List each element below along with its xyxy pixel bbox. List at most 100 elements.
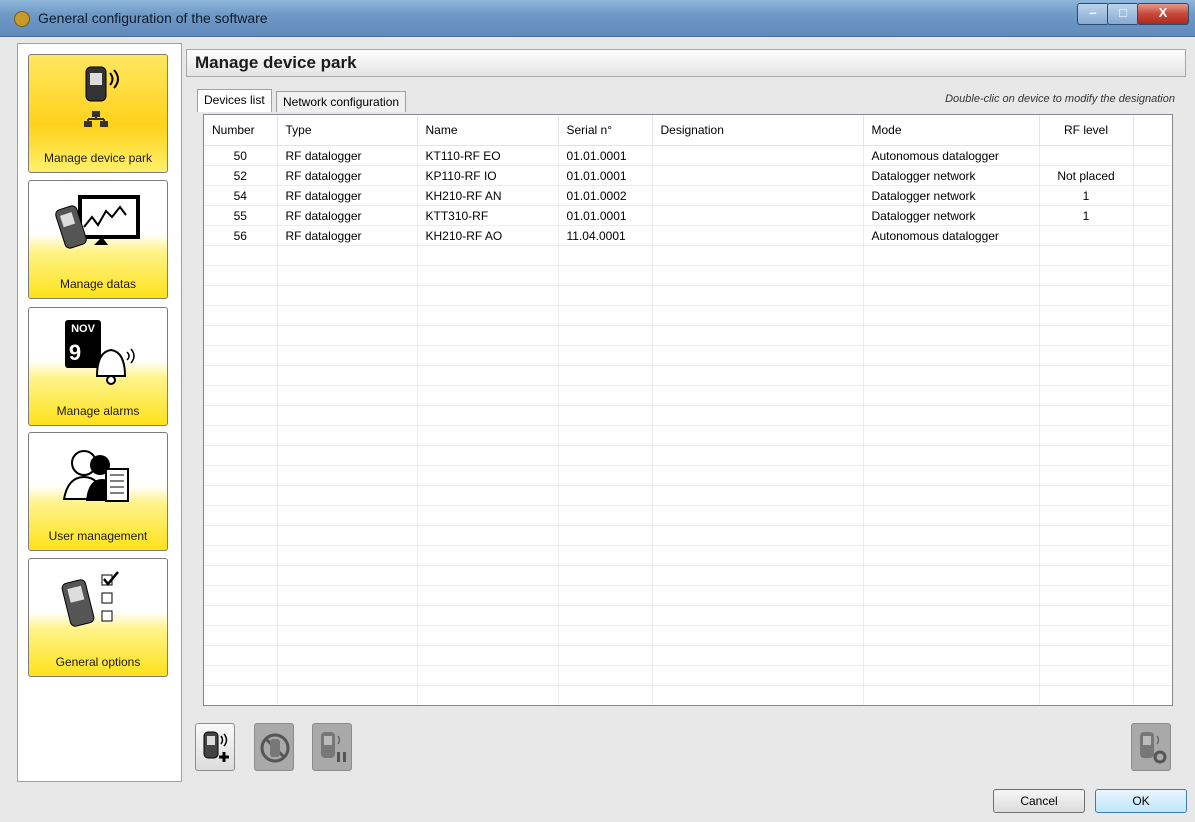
table-cell: 50 (204, 145, 278, 166)
options-checklist-icon (61, 571, 119, 627)
sidebar-item-label: Manage alarms (56, 404, 140, 418)
empty-row (204, 305, 1172, 326)
empty-cell (863, 285, 1040, 306)
empty-cell (1039, 585, 1134, 606)
table-row[interactable]: 52 RF datalogger KP110-RF IO 01.01.0001 Data… (204, 165, 1172, 186)
empty-cell (1133, 325, 1172, 346)
table-cell: Autonomous datalogger (863, 145, 1040, 166)
remove-device-button[interactable] (254, 723, 294, 771)
empty-cell (863, 665, 1040, 686)
table-cell: 52 (204, 165, 278, 186)
empty-row (204, 645, 1172, 666)
empty-cell (277, 305, 418, 326)
empty-cell (1039, 385, 1134, 406)
sidebar-item-manage-alarms[interactable]: NOV 9 Manage alarms (28, 307, 168, 426)
device-settings-icon (1140, 732, 1167, 764)
empty-cell (558, 445, 653, 466)
column-header[interactable]: Name (417, 115, 559, 146)
empty-cell (1133, 625, 1172, 646)
empty-row (204, 525, 1172, 546)
empty-cell (1133, 485, 1172, 506)
empty-cell (558, 485, 653, 506)
sidebar-item-user-management[interactable]: User management (28, 432, 168, 551)
empty-cell (1133, 545, 1172, 566)
empty-cell (558, 585, 653, 606)
empty-cell (417, 685, 559, 705)
empty-cell (1039, 505, 1134, 526)
close-button[interactable]: X (1137, 3, 1189, 25)
empty-cell (652, 245, 864, 266)
sidebar-item-label: General options (55, 655, 141, 669)
empty-cell (417, 485, 559, 506)
cancel-button[interactable]: Cancel (993, 789, 1085, 813)
empty-cell (652, 605, 864, 626)
empty-cell (417, 465, 559, 486)
empty-cell (1133, 265, 1172, 286)
empty-cell (652, 665, 864, 686)
maximize-button[interactable]: □ (1107, 3, 1139, 25)
sidebar-item-manage-datas[interactable]: Manage datas (28, 180, 168, 299)
tab-devices-list[interactable]: Devices list (197, 89, 272, 112)
sidebar-item-label: Manage datas (59, 277, 137, 291)
datas-chart-icon (55, 195, 140, 249)
sidebar-item-general-options[interactable]: General options (28, 558, 168, 677)
empty-cell (558, 625, 653, 646)
table-row[interactable]: 56 RF datalogger KH210-RF AO 11.04.0001 Auto… (204, 225, 1172, 246)
empty-cell (417, 405, 559, 426)
table-cell: Datalogger network (863, 165, 1040, 186)
empty-cell (1039, 665, 1134, 686)
table-cell: RF datalogger (277, 165, 418, 186)
empty-cell (1133, 445, 1172, 466)
empty-cell (1133, 305, 1172, 326)
empty-cell (1039, 345, 1134, 366)
sidebar-item-manage-device-park[interactable]: Manage device park (28, 54, 168, 173)
empty-cell (863, 525, 1040, 546)
ok-button[interactable]: OK (1095, 789, 1187, 813)
empty-cell (1039, 685, 1134, 705)
empty-cell (863, 625, 1040, 646)
column-header[interactable]: Number (204, 115, 278, 146)
empty-cell (417, 505, 559, 526)
empty-cell (558, 305, 653, 326)
empty-row (204, 565, 1172, 586)
empty-cell (1039, 525, 1134, 546)
empty-cell (558, 345, 653, 366)
empty-row (204, 625, 1172, 646)
table-cell: 54 (204, 185, 278, 206)
empty-cell (863, 365, 1040, 386)
empty-cell (204, 605, 278, 626)
calendar-day: 9 (69, 340, 81, 365)
empty-cell (204, 345, 278, 366)
empty-cell (204, 525, 278, 546)
empty-cell (1133, 425, 1172, 446)
empty-cell (204, 305, 278, 326)
device-settings-button[interactable] (1131, 723, 1171, 771)
table-row[interactable]: 50 RF datalogger KT110-RF EO 01.01.0001 Auto… (204, 145, 1172, 166)
table-row[interactable]: 54 RF datalogger KH210-RF AN 01.01.0002 Data… (204, 185, 1172, 206)
column-header[interactable]: Type (277, 115, 418, 146)
empty-cell (863, 685, 1040, 705)
tab-network-configuration[interactable]: Network configuration (276, 91, 407, 112)
empty-cell (863, 585, 1040, 606)
table-row[interactable]: 55 RF datalogger KTT310-RF 01.01.0001 Datalo… (204, 205, 1172, 226)
devices-table[interactable]: Number Type Name Serial n° Designation M… (203, 114, 1173, 706)
column-header[interactable]: RF level (1039, 115, 1134, 146)
empty-cell (277, 685, 418, 705)
empty-cell (277, 365, 418, 386)
empty-cell (652, 385, 864, 406)
empty-row (204, 685, 1172, 705)
add-device-button[interactable] (195, 723, 235, 771)
empty-cell (558, 265, 653, 286)
empty-cell (204, 385, 278, 406)
pause-device-button[interactable] (312, 723, 352, 771)
empty-cell (277, 465, 418, 486)
column-header[interactable]: Designation (652, 115, 864, 146)
table-cell (652, 225, 864, 246)
empty-cell (863, 565, 1040, 586)
empty-cell (204, 365, 278, 386)
minimize-button[interactable]: – (1077, 3, 1109, 25)
column-header[interactable]: Mode (863, 115, 1040, 146)
empty-cell (204, 405, 278, 426)
column-header[interactable]: Serial n° (558, 115, 653, 146)
empty-cell (204, 505, 278, 526)
